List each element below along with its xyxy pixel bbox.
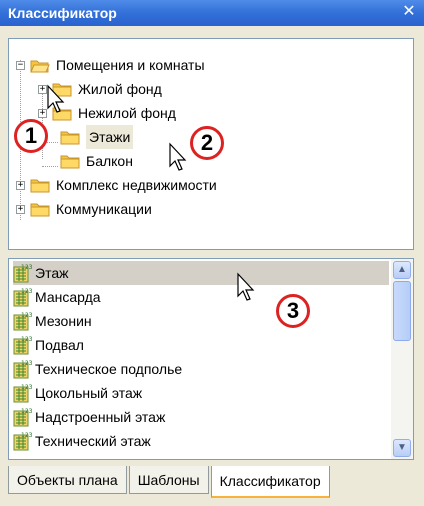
collapse-toggle[interactable]: − xyxy=(16,60,25,70)
expand-toggle[interactable]: + xyxy=(16,180,25,190)
classifier-item-123-icon: 123 xyxy=(13,432,33,451)
classifier-item-123-icon: 123 xyxy=(13,408,33,427)
svg-text:123: 123 xyxy=(21,288,33,295)
window-title: Классификатор xyxy=(8,5,117,21)
folder-icon xyxy=(60,131,80,144)
tree-item-label: Балкон xyxy=(86,153,133,169)
list-item-label: Мезонин xyxy=(35,313,92,329)
classifier-item-123-icon: 123 xyxy=(13,384,33,403)
tab-plan-objects[interactable]: Объекты плана xyxy=(8,466,127,494)
list-item[interactable]: 123 Надстроенный этаж xyxy=(13,405,389,429)
tree-item-balcony[interactable]: Балкон xyxy=(60,149,133,173)
svg-text:123: 123 xyxy=(21,336,33,343)
tab-templates[interactable]: Шаблоны xyxy=(128,466,209,494)
list-item[interactable]: 123 Подвал xyxy=(13,333,389,357)
tree-item-label: Этажи xyxy=(86,125,134,149)
classifier-list[interactable]: 123 Этаж 123 Мансарда 123 Мезонин 123 По… xyxy=(8,258,414,460)
classifier-item-123-icon: 123 xyxy=(13,360,33,379)
expand-toggle[interactable]: + xyxy=(16,204,25,214)
list-item-label: Мансарда xyxy=(35,289,101,305)
classifier-item-123-icon: 123 xyxy=(13,336,33,355)
svg-text:123: 123 xyxy=(21,408,33,415)
classifier-item-123-icon: 123 xyxy=(13,312,33,331)
tree-item-label: Комплекс недвижимости xyxy=(56,177,217,193)
list-item-label: Этаж xyxy=(35,265,69,281)
list-item[interactable]: 123 Этаж xyxy=(13,261,389,285)
svg-text:123: 123 xyxy=(21,312,33,319)
tree-item-label: Помещения и комнаты xyxy=(56,57,205,73)
tree-item-floors[interactable]: Этажи xyxy=(60,125,134,149)
tree-item-real-estate-complex[interactable]: + Комплекс недвижимости xyxy=(16,173,217,197)
scroll-down-button[interactable]: ▼ xyxy=(393,439,411,457)
close-icon[interactable]: ✕ xyxy=(400,2,418,22)
folder-icon xyxy=(30,203,50,216)
list-scrollbar[interactable]: ▲ ▼ xyxy=(391,259,413,459)
folder-open-icon xyxy=(30,60,50,72)
window-titlebar: Классификатор ✕ xyxy=(0,0,424,26)
tab-classifier[interactable]: Классификатор xyxy=(210,466,330,498)
classifier-item-123-icon: 123 xyxy=(13,288,33,307)
list-item-label: Цокольный этаж xyxy=(35,385,143,401)
svg-text:123: 123 xyxy=(21,264,33,271)
list-item-label: Подвал xyxy=(35,337,84,353)
svg-text:123: 123 xyxy=(21,360,33,367)
list-item[interactable]: 123 Мансарда xyxy=(13,285,389,309)
tree-item-label: Коммуникации xyxy=(56,201,152,217)
tree-item-label: Жилой фонд xyxy=(78,81,162,97)
list-item[interactable]: 123 Техническое подполье xyxy=(13,357,389,381)
svg-text:123: 123 xyxy=(21,432,33,439)
list-item-label: Техническое подполье xyxy=(35,361,183,377)
panel-tabs: Объекты плана Шаблоны Классификатор xyxy=(8,466,332,498)
folder-icon xyxy=(60,155,80,168)
tree-item-communications[interactable]: + Коммуникации xyxy=(16,197,152,221)
callout-badge-2: 2 xyxy=(190,126,224,160)
mouse-cursor-icon xyxy=(47,84,65,113)
tree-connector xyxy=(42,166,58,167)
tree-item-premises[interactable]: − Помещения и комнаты xyxy=(16,53,205,77)
list-item[interactable]: 123 Мезонин xyxy=(13,309,389,333)
mouse-cursor-icon xyxy=(237,272,255,301)
callout-badge-1: 1 xyxy=(14,119,48,153)
list-item[interactable]: 123 Технический этаж xyxy=(13,429,389,453)
scroll-up-button[interactable]: ▲ xyxy=(393,261,411,279)
callout-badge-3: 3 xyxy=(276,294,310,328)
list-item-label: Технический этаж xyxy=(35,433,151,449)
mouse-cursor-icon xyxy=(169,142,187,171)
scroll-thumb[interactable] xyxy=(393,281,411,341)
folder-icon xyxy=(30,179,50,192)
list-item[interactable]: 123 Цокольный этаж xyxy=(13,381,389,405)
svg-text:123: 123 xyxy=(21,384,33,391)
list-item-label: Надстроенный этаж xyxy=(35,409,166,425)
classifier-item-123-icon: 123 xyxy=(13,264,33,283)
tree-item-label: Нежилой фонд xyxy=(78,105,176,121)
